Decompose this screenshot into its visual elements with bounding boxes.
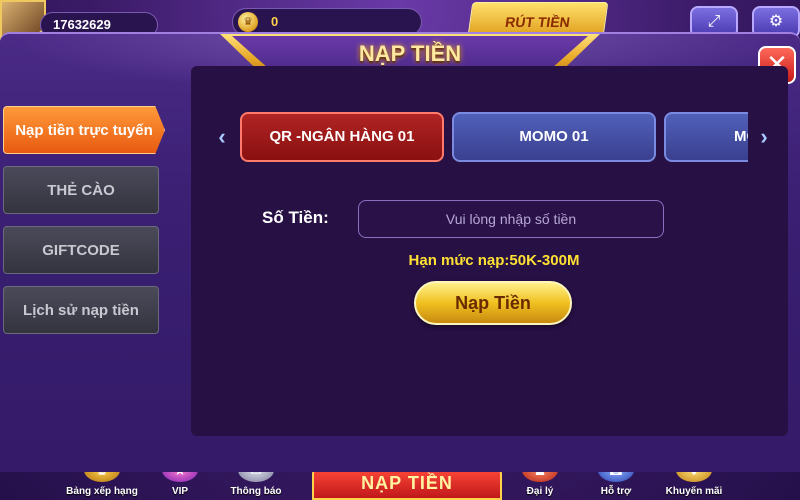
deposit-limit-text: Hạn mức nạp:50K-300M: [408, 252, 580, 269]
tab-momo-02[interactable]: MOMO 02: [664, 112, 748, 162]
coin-amount: 0: [271, 14, 279, 29]
amount-input[interactable]: [358, 200, 664, 238]
withdraw-button[interactable]: RÚT TIỀN: [467, 2, 609, 36]
tab-qr-bank-01[interactable]: QR -NGÂN HÀNG 01: [240, 112, 444, 162]
tab-momo-01[interactable]: MOMO 01: [452, 112, 656, 162]
payment-tabs: QR -NGÂN HÀNG 01 MOMO 01 MOMO 02: [240, 110, 748, 164]
sidebar-item-scratch-card[interactable]: THẺ CÀO: [3, 166, 159, 214]
amount-label: Số Tiền:: [262, 208, 329, 227]
coin-icon: ♛: [238, 12, 258, 32]
sidebar-item-online-deposit[interactable]: Nạp tiền trực tuyến: [3, 106, 165, 154]
sidebar-item-deposit-history[interactable]: Lịch sử nạp tiền: [3, 286, 159, 334]
tabs-next-arrow[interactable]: ›: [756, 124, 772, 150]
tabs-prev-arrow[interactable]: ‹: [214, 124, 230, 150]
deposit-submit-button[interactable]: Nạp Tiền: [414, 281, 572, 325]
sidebar-item-giftcode[interactable]: GIFTCODE: [3, 226, 159, 274]
